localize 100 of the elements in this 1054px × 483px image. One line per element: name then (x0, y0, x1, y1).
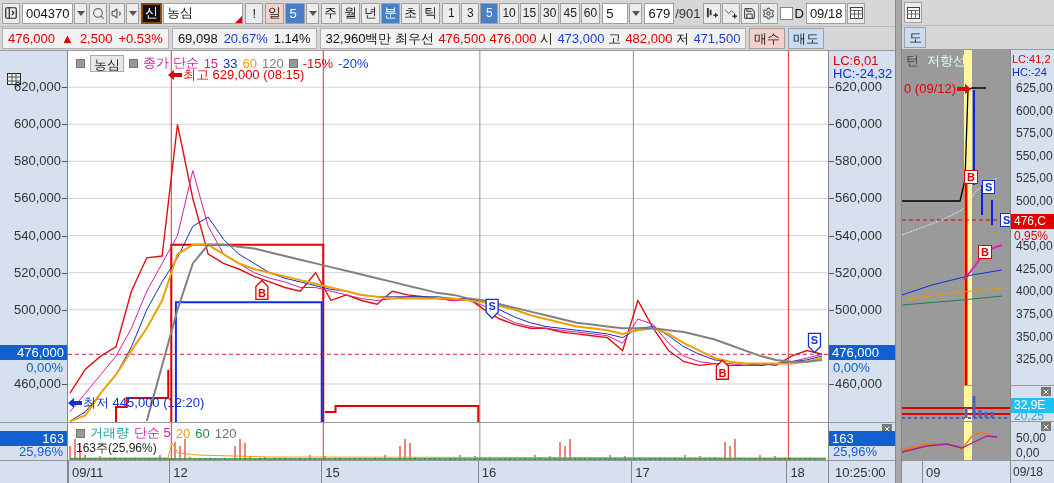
amount-value: 32,960백만 (325, 29, 392, 48)
minute-tab[interactable]: 60 (580, 2, 601, 24)
add-candle-button[interactable] (702, 2, 721, 24)
minute-tab[interactable]: 15 (519, 2, 540, 24)
period-tab[interactable]: 분 (381, 2, 401, 24)
chart-title: 턴 (906, 52, 919, 70)
legend-square-icon (129, 58, 138, 68)
date-axis-label: 18 (786, 461, 805, 483)
low-label: 저 (676, 29, 690, 48)
speaker-button[interactable] (109, 2, 126, 24)
day-count-field[interactable]: 5 (285, 2, 306, 24)
caret-icon (308, 10, 317, 16)
close-icon (1041, 387, 1051, 396)
date-field[interactable]: 09/18 (805, 2, 847, 24)
volume-badge: 163 (829, 431, 895, 446)
dropdown-button[interactable] (629, 2, 643, 24)
buy-signal-marker: B (715, 359, 730, 380)
sell-signal-marker: S (807, 332, 822, 354)
axis-tick-label: 375,00 (1016, 307, 1053, 321)
axis-tick-label: 625,00 (1016, 81, 1053, 95)
axis-tick-label: 500,00 (1016, 194, 1053, 208)
day-button[interactable]: 일 (265, 2, 285, 24)
settings-icon (762, 6, 775, 20)
axis-tick-label: 620,000 (835, 80, 882, 95)
legend-label: 60 (195, 425, 210, 441)
period-tab[interactable]: 초 (401, 2, 421, 24)
axis-tick-label: 580,000 (835, 154, 882, 169)
axis-tick-label: 600,000 (14, 117, 61, 132)
legend-label: 20 (175, 425, 191, 441)
date-checkbox[interactable] (779, 6, 793, 20)
dropdown-button[interactable] (306, 2, 320, 24)
axis-tick-label: 425,00 (1016, 261, 1053, 276)
interval-field[interactable]: 5 (602, 2, 629, 24)
sell-signal-marker: S (485, 298, 499, 320)
ratio-value: 1.14% (273, 31, 311, 46)
arrow-icon (68, 398, 82, 408)
axis-tick-label: 550,00 (1016, 148, 1053, 163)
minute-tab[interactable]: 10 (499, 2, 519, 24)
volume-rate-label: 25,96% (833, 444, 878, 459)
calendar-button[interactable] (847, 2, 866, 24)
buy-signal-marker: B (964, 170, 978, 184)
caret-icon (128, 10, 137, 16)
axis-tick-label: 580,000 (14, 154, 61, 169)
period-tab[interactable]: 틱 (421, 2, 441, 24)
dropdown-button[interactable] (74, 2, 88, 24)
minute-tab[interactable]: 1 (442, 2, 461, 24)
panel-icon (4, 6, 18, 20)
hc-label: HC:-24,32 (833, 67, 893, 80)
best-label: 최우선 (395, 29, 435, 48)
axis-tick-label: 540,000 (14, 228, 61, 243)
lc-label: LC:6,01 (833, 54, 879, 67)
speaker-icon (110, 6, 124, 20)
stock-name-field[interactable]: 농심 (163, 2, 244, 24)
volume-rate-label: 25,96% (18, 444, 63, 459)
axis-tick-label: 600,000 (835, 117, 882, 132)
legend-label: -20% (338, 55, 369, 71)
arrow-icon (957, 83, 972, 94)
search-button[interactable] (89, 2, 108, 24)
minute-tab[interactable]: 5 (480, 2, 499, 24)
price-value: 476,000 (8, 31, 55, 46)
add-line-button[interactable] (721, 2, 740, 24)
position-field[interactable]: 679 (644, 2, 675, 24)
panel-toggle-button[interactable] (2, 2, 20, 24)
minute-tab[interactable]: 30 (540, 2, 560, 24)
date-axis-label: 09/18 (1012, 464, 1045, 481)
legend-label: 120 (214, 425, 237, 441)
save-button[interactable] (740, 2, 759, 24)
sell-button[interactable]: 도 (904, 27, 926, 49)
period-tab[interactable]: 월 (341, 2, 361, 24)
minute-tab[interactable]: 45 (560, 2, 580, 24)
minute-tab[interactable]: 3 (461, 2, 480, 24)
axis-tick-label: 0,00 (1016, 446, 1040, 460)
stock-legend-button[interactable]: 농심 (90, 54, 124, 72)
up-arrow: ▲ (61, 31, 74, 46)
buy-signal-marker: B (255, 279, 269, 301)
volume-badge: 163 (0, 431, 67, 446)
calendar-button[interactable] (904, 2, 922, 24)
dropdown-button[interactable] (126, 2, 140, 24)
current-price-badge: 476,C (1011, 214, 1054, 230)
best-ask: 476,500 (438, 31, 486, 46)
axis-tick-label: 50,00 (1016, 431, 1047, 445)
period-tab[interactable]: 주 (321, 2, 341, 24)
period-tab[interactable]: 년 (361, 2, 381, 24)
current-rate-label: 0,00% (833, 360, 870, 376)
stock-code-field[interactable]: 004370 (22, 2, 74, 24)
total-count: /901 (675, 5, 701, 21)
indicator-badge: 32,9E (1011, 398, 1054, 413)
arrow-icon (168, 70, 182, 80)
alert-button[interactable]: ! (245, 2, 264, 24)
buy-button[interactable]: 매수 (749, 28, 786, 49)
date-axis-label: 17 (631, 461, 650, 483)
legend-label: 종가 단순 (143, 54, 199, 70)
sell-button[interactable]: 매도 (788, 28, 825, 49)
axis-tick-label: 560,000 (835, 191, 882, 206)
open-label: 시 (540, 29, 554, 48)
axis-tick-label: 500,000 (14, 302, 61, 317)
high-value: 482,000 (625, 31, 673, 46)
high-note: 0 (09/12) (904, 81, 957, 96)
settings-button[interactable] (759, 2, 778, 24)
lc-label: LC:41,2 (1012, 53, 1051, 66)
